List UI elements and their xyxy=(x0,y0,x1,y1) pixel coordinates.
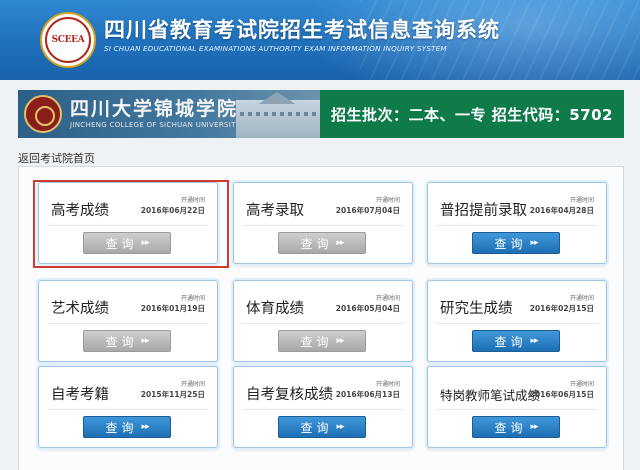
double-arrow-icon: ▸▸ xyxy=(530,238,538,248)
open-date: 2016年05月04日 xyxy=(335,304,400,313)
card-divider xyxy=(242,409,404,410)
query-button[interactable]: 查询 ▸▸ xyxy=(472,330,560,352)
query-card: 研究生成绩 开通时间 2016年02月15日查询 ▸▸ xyxy=(427,280,607,362)
query-button-label: 查询 xyxy=(105,420,138,435)
double-arrow-icon: ▸▸ xyxy=(141,336,149,346)
query-button[interactable]: 查询 ▸▸ xyxy=(278,330,366,352)
college-banner: 四川大学锦城学院 JINCHENG COLLEGE OF SICHUAN UNI… xyxy=(18,90,624,138)
query-card: 自考复核成绩 开通时间 2016年06月13日查询 ▸▸ xyxy=(233,366,413,448)
college-logo-area: 四川大学锦城学院 JINCHENG COLLEGE OF SICHUAN UNI… xyxy=(18,90,320,138)
query-card: 自考考籍 开通时间 2015年11月25日查询 ▸▸ xyxy=(38,366,218,448)
query-card: 高考录取 开通时间 2016年07月04日查询 ▸▸ xyxy=(233,182,413,264)
open-time-label: 开通时间 xyxy=(180,197,205,204)
query-button[interactable]: 查询 ▸▸ xyxy=(83,416,171,438)
admission-info-text: 招生批次：二本、一专 招生代码：5702 xyxy=(331,105,613,124)
open-date: 2016年07月04日 xyxy=(335,206,400,215)
card-divider xyxy=(242,323,404,324)
query-button-label: 查询 xyxy=(494,236,527,251)
card-title: 高考成绩 xyxy=(51,203,109,219)
site-title: 四川省教育考试院招生考试信息查询系统 xyxy=(104,18,500,42)
sceea-logo: SCEEA xyxy=(40,12,96,68)
double-arrow-icon: ▸▸ xyxy=(530,336,538,346)
query-card: 高考成绩 开通时间 2016年06月22日查询 ▸▸ xyxy=(38,182,218,264)
logo-ring: SCEEA xyxy=(45,17,91,63)
query-button-label: 查询 xyxy=(494,420,527,435)
double-arrow-icon: ▸▸ xyxy=(336,422,344,432)
site-subtitle: SI CHUAN EDUCATIONAL EXAMINATIONS AUTHOR… xyxy=(104,44,447,53)
open-time-label: 开通时间 xyxy=(569,381,594,388)
query-card: 体育成绩 开通时间 2016年05月04日查询 ▸▸ xyxy=(233,280,413,362)
query-card: 艺术成绩 开通时间 2016年01月19日查询 ▸▸ xyxy=(38,280,218,362)
card-divider xyxy=(47,323,209,324)
open-time-label: 开通时间 xyxy=(180,381,205,388)
query-button[interactable]: 查询 ▸▸ xyxy=(472,232,560,254)
college-name: 四川大学锦城学院 xyxy=(70,98,239,120)
open-date: 2015年11月25日 xyxy=(140,390,205,399)
query-button[interactable]: 查询 ▸▸ xyxy=(472,416,560,438)
back-to-home-link[interactable]: 返回考试院首页 xyxy=(18,150,95,166)
query-button-label: 查询 xyxy=(105,334,138,349)
query-button-label: 查询 xyxy=(300,420,333,435)
query-button-label: 查询 xyxy=(494,334,527,349)
card-title: 自考复核成绩 xyxy=(246,387,333,403)
card-title: 高考录取 xyxy=(246,203,304,219)
open-date: 2016年06月15日 xyxy=(529,390,594,399)
card-title: 体育成绩 xyxy=(246,301,304,317)
open-time-label: 开通时间 xyxy=(375,295,400,302)
card-title: 特岗教师笔试成绩 xyxy=(440,388,541,403)
query-button[interactable]: 查询 ▸▸ xyxy=(278,416,366,438)
card-title: 研究生成绩 xyxy=(440,301,513,317)
card-divider xyxy=(47,225,209,226)
open-date: 2016年04月28日 xyxy=(529,206,594,215)
open-time-label: 开通时间 xyxy=(375,197,400,204)
card-title: 普招提前录取 xyxy=(440,203,527,219)
college-name-en: JINCHENG COLLEGE OF SICHUAN UNIVERSITY xyxy=(70,121,241,129)
card-title: 自考考籍 xyxy=(51,387,109,403)
open-time-label: 开通时间 xyxy=(180,295,205,302)
open-date: 2016年02月15日 xyxy=(529,304,594,313)
card-divider xyxy=(436,225,598,226)
query-button-label: 查询 xyxy=(105,236,138,251)
query-button[interactable]: 查询 ▸▸ xyxy=(83,330,171,352)
query-button-label: 查询 xyxy=(300,236,333,251)
site-header: SCEEA 四川省教育考试院招生考试信息查询系统 SI CHUAN EDUCAT… xyxy=(0,0,640,80)
double-arrow-icon: ▸▸ xyxy=(141,422,149,432)
open-time-label: 开通时间 xyxy=(375,381,400,388)
query-button[interactable]: 查询 ▸▸ xyxy=(83,232,171,254)
query-card: 特岗教师笔试成绩 开通时间 2016年06月15日查询 ▸▸ xyxy=(427,366,607,448)
open-time-label: 开通时间 xyxy=(569,295,594,302)
double-arrow-icon: ▸▸ xyxy=(336,238,344,248)
query-button-label: 查询 xyxy=(300,334,333,349)
college-emblem-icon xyxy=(24,95,62,133)
open-time-label: 开通时间 xyxy=(569,197,594,204)
card-divider xyxy=(47,409,209,410)
card-title: 艺术成绩 xyxy=(51,301,109,317)
card-divider xyxy=(242,225,404,226)
campus-building-image xyxy=(236,100,320,138)
card-divider xyxy=(436,323,598,324)
logo-text: SCEEA xyxy=(51,35,85,45)
query-card: 普招提前录取 开通时间 2016年04月28日查询 ▸▸ xyxy=(427,182,607,264)
open-date: 2016年06月22日 xyxy=(140,206,205,215)
double-arrow-icon: ▸▸ xyxy=(336,336,344,346)
open-date: 2016年06月13日 xyxy=(335,390,400,399)
open-date: 2016年01月19日 xyxy=(140,304,205,313)
double-arrow-icon: ▸▸ xyxy=(141,238,149,248)
double-arrow-icon: ▸▸ xyxy=(530,422,538,432)
admission-info: 招生批次：二本、一专 招生代码：5702 xyxy=(320,90,624,138)
query-button[interactable]: 查询 ▸▸ xyxy=(278,232,366,254)
card-divider xyxy=(436,409,598,410)
